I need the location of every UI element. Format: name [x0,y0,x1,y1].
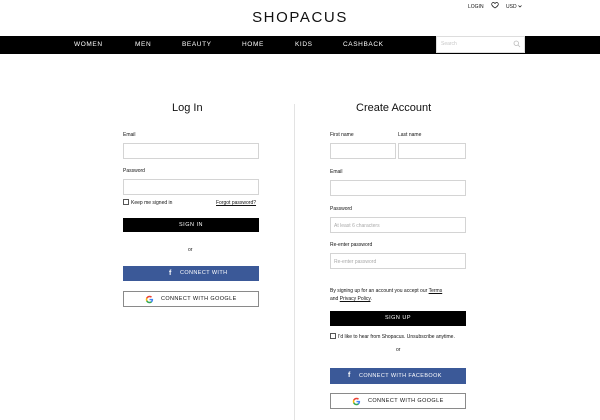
terms-notice: By signing up for an account you accept … [330,287,470,303]
nav-item-cashback[interactable]: CASHBACK [343,41,384,48]
signup-facebook-button[interactable]: f CONNECT WITH FACEBOOK [330,368,466,384]
signup-facebook-label: CONNECT WITH FACEBOOK [359,373,442,379]
newsletter-label: I'd like to hear from Shopacus. Unsubscr… [338,334,455,340]
google-icon [352,397,361,406]
signup-email-field[interactable] [330,180,466,196]
login-email-field[interactable] [123,143,259,159]
currency-selector[interactable]: USD [506,4,522,10]
login-facebook-button[interactable]: f CONNECT WITH FACEBOOK [123,266,259,291]
signup-or-separator: or [396,347,401,353]
forgot-password-link[interactable]: Forgot password? [216,200,256,206]
login-password-label: Password [123,168,145,174]
login-or-separator: or [188,247,193,253]
nav-item-men[interactable]: MEN [135,41,151,48]
keep-signed-in-checkbox[interactable] [123,199,129,205]
first-name-field[interactable] [330,143,396,159]
terms-prefix: By signing up for an account you accept … [330,288,429,294]
login-google-label: CONNECT WITH GOOGLE [161,296,237,302]
reenter-password-label: Re-enter password [330,242,373,248]
column-divider [294,104,295,420]
signup-email-label: Email [330,169,343,175]
sign-in-button[interactable]: SIGN IN [123,218,259,232]
google-icon [145,295,154,304]
terms-suffix: . [370,296,372,302]
currency-label: USD [506,4,517,10]
last-name-field[interactable] [398,143,466,159]
chevron-down-icon [518,5,522,8]
facebook-icon: f [169,270,172,277]
terms-link[interactable]: Terms [429,288,443,294]
nav-item-kids[interactable]: KIDS [295,41,313,48]
search-placeholder: Search [441,41,457,47]
signup-google-button[interactable]: CONNECT WITH GOOGLE [330,393,466,409]
reenter-password-field[interactable]: Re-enter password [330,253,466,269]
signup-password-label: Password [330,206,352,212]
login-email-label: Email [123,132,136,138]
login-title: Log In [172,102,203,114]
signup-password-placeholder: At least 6 characters [334,223,380,229]
login-google-button[interactable]: CONNECT WITH GOOGLE [123,291,259,307]
sign-in-label: SIGN IN [179,222,203,228]
sign-up-button[interactable]: SIGN UP [330,311,466,326]
privacy-policy-link[interactable]: Privacy Policy [340,296,371,302]
last-name-label: Last name [398,132,422,138]
site-logo[interactable]: SHOPACUS [0,9,600,26]
signup-google-label: CONNECT WITH GOOGLE [368,398,444,404]
newsletter-checkbox[interactable] [330,333,336,339]
heart-icon[interactable] [491,1,499,9]
nav-item-beauty[interactable]: BEAUTY [182,41,212,48]
terms-and: and [330,296,340,302]
reenter-password-placeholder: Re-enter password [334,259,377,265]
keep-signed-in-label: Keep me signed in [131,200,173,206]
search-icon[interactable] [513,40,521,48]
sign-up-label: SIGN UP [384,315,412,321]
signup-title: Create Account [356,102,432,114]
first-name-label: First name [330,132,354,138]
signup-password-field[interactable]: At least 6 characters [330,217,466,233]
login-password-field[interactable] [123,179,259,195]
facebook-icon: f [348,372,351,379]
nav-item-home[interactable]: HOME [242,41,264,48]
login-link[interactable]: LOGIN [468,4,484,10]
nav-item-women[interactable]: WOMEN [74,41,103,48]
